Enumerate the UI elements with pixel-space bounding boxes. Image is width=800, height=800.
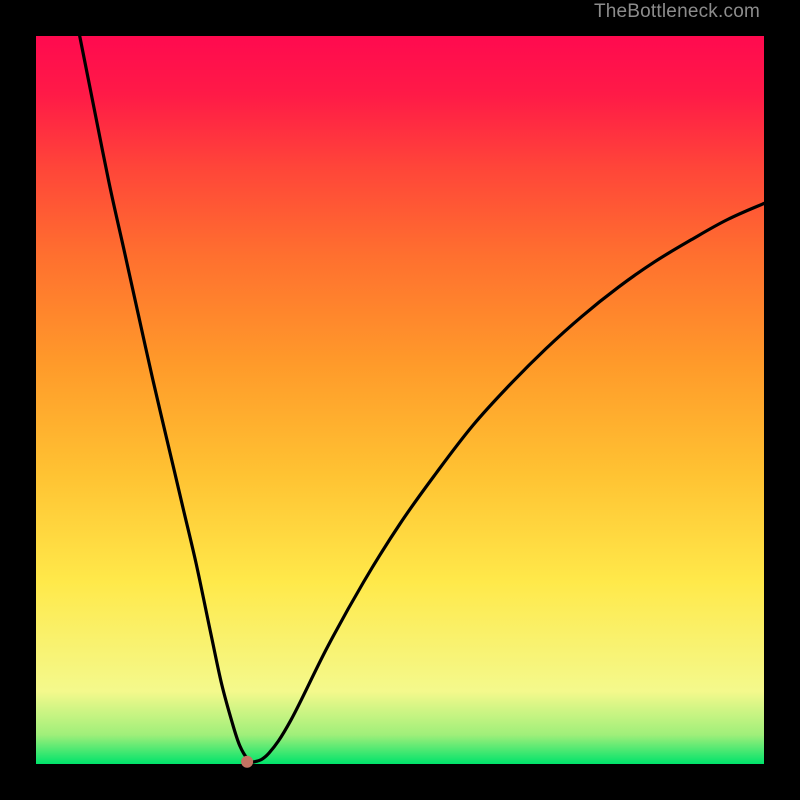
- chart-frame: TheBottleneck.com: [0, 0, 800, 800]
- minimum-marker: [241, 756, 253, 768]
- bottleneck-curve: [80, 36, 764, 762]
- watermark-text: TheBottleneck.com: [594, 1, 760, 23]
- plot-area: [36, 36, 764, 764]
- curve-layer: [36, 36, 764, 764]
